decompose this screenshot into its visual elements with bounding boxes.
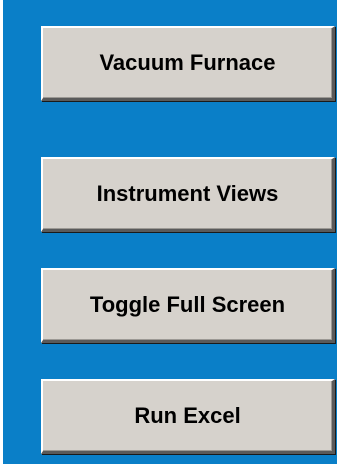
vacuum-furnace-button[interactable]: Vacuum Furnace [41, 26, 335, 101]
toggle-full-screen-button[interactable]: Toggle Full Screen [41, 268, 335, 343]
vacuum-furnace-button-label: Vacuum Furnace [99, 50, 276, 75]
button-panel: Vacuum Furnace Instrument Views Toggle F… [0, 0, 339, 464]
run-excel-button-label: Run Excel [134, 403, 241, 428]
run-excel-button[interactable]: Run Excel [41, 379, 335, 454]
instrument-views-button[interactable]: Instrument Views [41, 157, 335, 232]
toggle-full-screen-button-label: Toggle Full Screen [89, 292, 286, 317]
instrument-views-button-label: Instrument Views [96, 181, 279, 206]
